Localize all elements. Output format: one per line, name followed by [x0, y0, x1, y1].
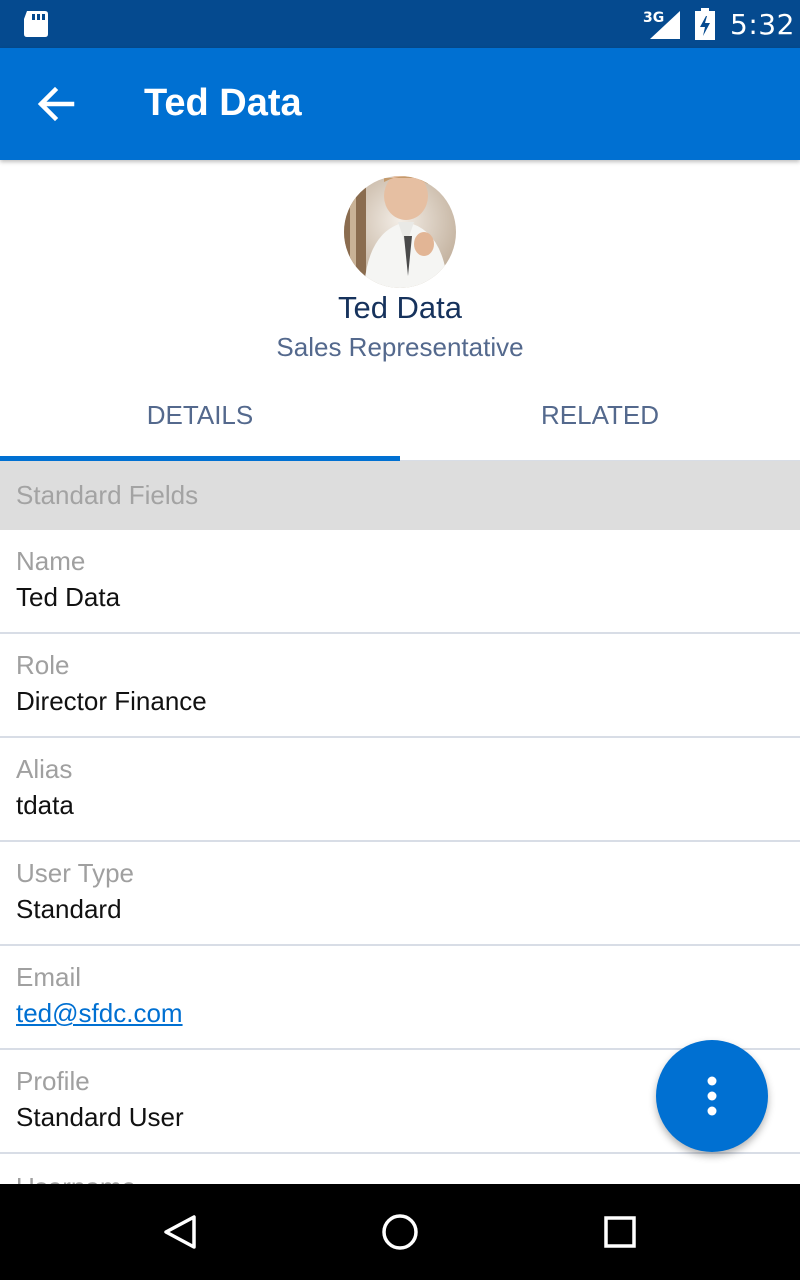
tab-details-label: DETAILS — [146, 399, 254, 430]
status-clock: 5:32 — [730, 8, 795, 41]
field-label: Username — [16, 1172, 136, 1184]
section-title: Standard Fields — [16, 480, 199, 510]
avatar[interactable] — [344, 176, 456, 288]
profile-name: Ted Data — [337, 290, 463, 325]
field-username: Username — [0, 1156, 800, 1184]
field-value: Ted Data — [16, 582, 121, 612]
profile-title: Sales Representative — [276, 332, 524, 362]
system-nav-bar — [0, 1184, 800, 1280]
nav-recents-button[interactable] — [580, 1204, 660, 1260]
field-label: Name — [16, 546, 86, 576]
arrow-left-icon — [37, 86, 75, 122]
field-value: tdata — [16, 790, 74, 820]
field-label: Role — [16, 650, 70, 680]
field-role: Role Director Finance — [0, 634, 800, 738]
sd-card-icon — [24, 11, 48, 37]
field-label: Email — [16, 962, 82, 992]
tab-details[interactable]: DETAILS — [0, 370, 400, 460]
field-value: Standard — [16, 894, 122, 924]
signal-icon — [650, 11, 680, 39]
page-title: Ted Data — [144, 82, 302, 124]
field-label: Profile — [16, 1066, 90, 1096]
field-value: Director Finance — [16, 686, 207, 716]
avatar-photo — [344, 176, 456, 288]
app-bar: Ted Data — [0, 48, 800, 160]
status-bar: 3G 5:32 — [0, 0, 800, 48]
field-label: User Type — [16, 858, 135, 888]
nav-back-icon — [164, 1215, 196, 1249]
back-button[interactable] — [28, 76, 84, 132]
more-actions-button[interactable] — [656, 1040, 768, 1152]
field-alias: Alias tdata — [0, 738, 800, 842]
field-label: Alias — [16, 754, 73, 784]
field-email: Email ted@sfdc.com — [0, 946, 800, 1050]
email-link[interactable]: ted@sfdc.com — [16, 998, 183, 1029]
tab-related-label: RELATED — [541, 399, 659, 430]
more-vertical-icon — [707, 1076, 717, 1116]
nav-home-icon — [382, 1214, 418, 1250]
field-name: Name Ted Data — [0, 530, 800, 634]
field-value: Standard User — [16, 1102, 184, 1132]
nav-recents-icon — [604, 1216, 636, 1248]
field-user-type: User Type Standard — [0, 842, 800, 946]
nav-back-button[interactable] — [140, 1204, 220, 1260]
battery-charging-icon — [695, 8, 715, 40]
section-header: Standard Fields — [0, 461, 800, 530]
nav-home-button[interactable] — [360, 1204, 440, 1260]
tab-related[interactable]: RELATED — [400, 370, 800, 460]
